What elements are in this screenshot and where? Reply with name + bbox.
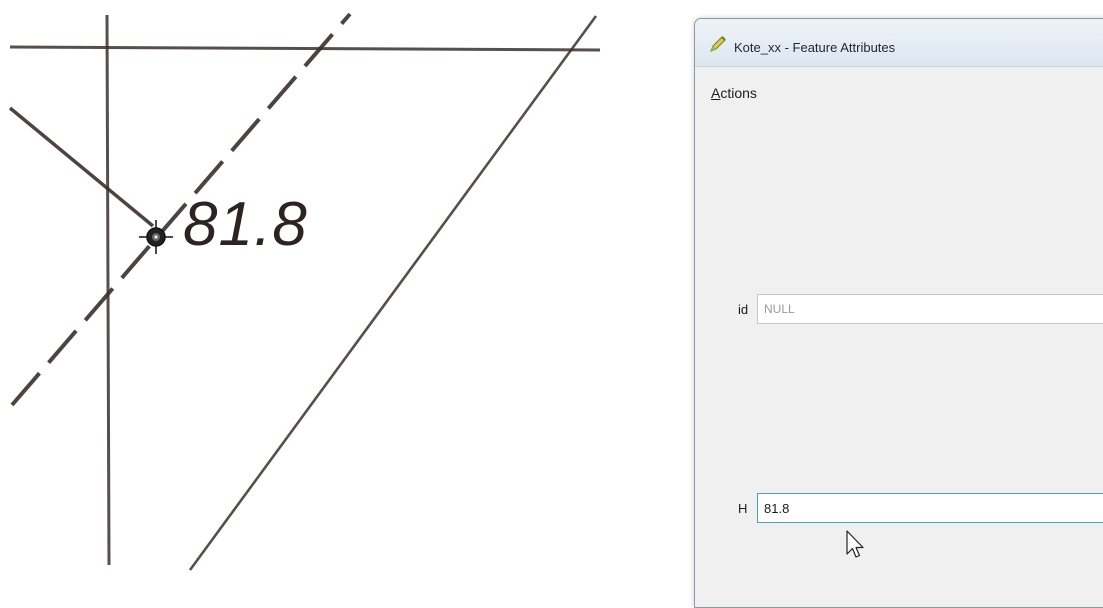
dialog-titlebar[interactable]: Kote_xx - Feature Attributes: [695, 19, 1103, 67]
id-field[interactable]: [757, 294, 1103, 324]
elevation-label: 81.8: [183, 190, 308, 259]
field-label-h: H: [738, 501, 748, 516]
crosshair-marker-icon: [139, 220, 173, 254]
dialog-title: Kote_xx - Feature Attributes: [734, 40, 896, 55]
menu-actions[interactable]: Actions: [711, 85, 757, 101]
menu-actions-accelerator: A: [711, 85, 721, 101]
map-canvas[interactable]: 81.8: [0, 0, 610, 588]
mouse-pointer-icon: [846, 530, 864, 558]
dialog-menubar: Actions: [711, 85, 757, 101]
menu-actions-label: ctions: [720, 85, 757, 101]
map-linework: [8, 12, 601, 571]
field-label-id: id: [738, 302, 749, 317]
pencil-edit-icon: [710, 36, 726, 52]
feature-attributes-dialog: Kote_xx - Feature Attributes Actions id …: [694, 18, 1103, 608]
h-field[interactable]: [757, 493, 1103, 523]
